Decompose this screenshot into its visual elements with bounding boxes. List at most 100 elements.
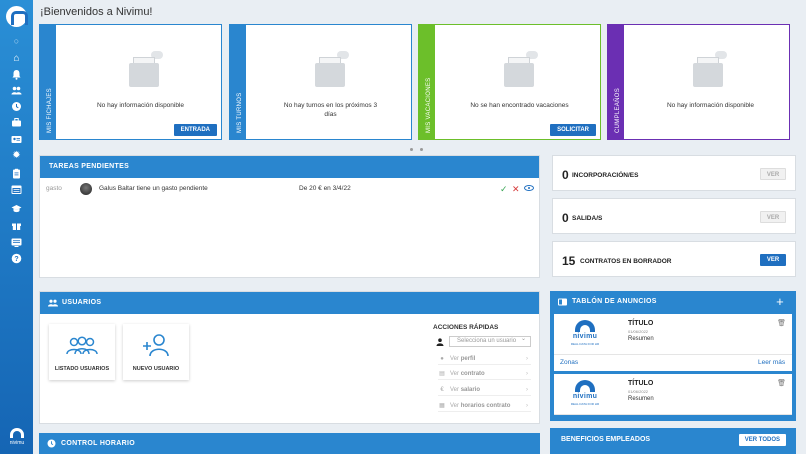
card-message: No se han encontrado vacaciones xyxy=(470,102,569,109)
reject-close-icon[interactable]: ✕ xyxy=(512,182,520,196)
anuncio-item[interactable]: nivimu REAL DATA FOR HR TÍTULO 01/06/2022… xyxy=(554,314,792,355)
nuevo-usuario-card[interactable]: NUEVO USUARIO xyxy=(123,324,189,380)
chevron-right-icon: › xyxy=(526,356,528,362)
action-label: perfil xyxy=(460,356,476,362)
anuncio-title: TÍTULO xyxy=(628,320,654,327)
bell-icon[interactable] xyxy=(11,69,22,80)
anuncio-date: 01/06/2022 xyxy=(628,329,649,334)
card-message: No hay turnos en los próximos 3 días xyxy=(283,102,378,118)
stat-label: SALIDA/S xyxy=(572,215,603,222)
carousel-dot[interactable] xyxy=(410,148,413,151)
gear-icon[interactable]: ✹ xyxy=(11,150,22,161)
trash-icon[interactable]: 🗑 xyxy=(777,379,786,387)
monitor-icon[interactable] xyxy=(11,237,22,248)
inbox-empty-icon xyxy=(123,51,167,91)
action-prefix: Ver xyxy=(450,387,460,393)
anuncio-date: 01/06/2022 xyxy=(628,389,649,394)
id-card-icon[interactable] xyxy=(11,134,22,145)
calendar-icon[interactable] xyxy=(11,184,22,195)
chevron-right-icon: › xyxy=(526,371,528,377)
card-message: No hay información disponible xyxy=(96,102,185,109)
home-icon[interactable]: ⌂ xyxy=(11,53,22,64)
add-plus-icon[interactable]: + xyxy=(776,291,784,313)
tablon-title: TABLÓN DE ANUNCIOS xyxy=(572,298,657,305)
inbox-empty-icon xyxy=(309,51,353,91)
control-horario-header: CONTROL HORARIO xyxy=(39,433,540,454)
usuarios-header: USUARIOS xyxy=(40,292,539,314)
ver-button[interactable]: VER xyxy=(760,168,786,180)
calendar-icon: ▦ xyxy=(439,403,445,409)
card-mis-fichajes: MIS FICHAJES No hay información disponib… xyxy=(39,24,222,140)
anuncio-summary: Resumen xyxy=(628,396,654,402)
card-tab[interactable]: MIS VACACIONES xyxy=(419,25,435,139)
stat-number: 15 xyxy=(562,254,576,268)
card-tab-label: MIS TURNOS xyxy=(237,92,243,133)
users-group-icon xyxy=(66,336,98,355)
circle-icon[interactable]: ○ xyxy=(11,36,22,47)
listado-usuarios-card[interactable]: LISTADO USUARIOS xyxy=(49,324,115,380)
stat-salidas: 0 SALIDA/S VER xyxy=(552,198,796,234)
table-row[interactable]: gasto Galus Baltar tiene un gasto pendie… xyxy=(44,182,534,196)
control-horario-title: CONTROL HORARIO xyxy=(61,440,135,447)
tablon-header: TABLÓN DE ANUNCIOS + xyxy=(550,291,796,313)
action-prefix: Ver xyxy=(450,403,460,409)
solicitar-button[interactable]: SOLICITAR xyxy=(550,124,596,136)
inbox-empty-icon xyxy=(498,51,542,91)
inbox-empty-icon xyxy=(687,51,731,91)
card-mis-vacaciones: MIS VACACIONES No se han encontrado vaca… xyxy=(418,24,601,140)
card-tab[interactable]: CUMPLEAÑOS xyxy=(608,25,624,139)
entrada-button[interactable]: ENTRADA xyxy=(173,124,217,136)
anuncio-item[interactable]: nivimu REAL DATA FOR HR TÍTULO 01/06/2022… xyxy=(554,374,792,415)
nivimu-logo: nivimu REAL DATA FOR HR xyxy=(567,320,603,350)
ver-salario-action[interactable]: € Ver salario › xyxy=(438,384,531,396)
card-tab[interactable]: MIS TURNOS xyxy=(230,25,246,139)
usuarios-panel: USUARIOS LISTADO USUARIOS NUEVO USUARIO … xyxy=(39,291,540,424)
carousel-dot[interactable] xyxy=(420,148,423,151)
add-user-icon xyxy=(143,334,169,357)
nivimu-logo: nivimu REAL DATA FOR HR xyxy=(567,380,603,410)
ver-horarios-action[interactable]: ▦ Ver horarios contrato › xyxy=(438,400,531,412)
usuarios-title: USUARIOS xyxy=(62,299,102,306)
help-icon[interactable]: ? xyxy=(11,253,22,264)
chevron-right-icon: › xyxy=(526,403,528,409)
ver-button[interactable]: VER xyxy=(760,211,786,223)
avatar xyxy=(80,183,92,195)
carousel-dots xyxy=(410,146,430,153)
tasks-title: TAREAS PENDIENTES xyxy=(49,163,130,170)
ver-contrato-action[interactable]: ▤ Ver contrato › xyxy=(438,368,531,380)
task-type: gasto xyxy=(46,185,62,192)
beneficios-panel: BENEFICIOS EMPLEADOS VER TODOS xyxy=(550,428,796,454)
card-tab-label: MIS FICHAJES xyxy=(47,88,53,133)
stat-contratos-borrador: 15 CONTRATOS EN BORRADOR VER xyxy=(552,241,796,277)
acciones-rapidas-title: ACCIONES RÁPIDAS xyxy=(433,324,499,331)
logo-tag: REAL DATA FOR HR xyxy=(570,402,600,406)
clock-icon[interactable] xyxy=(11,101,22,112)
graduation-icon[interactable] xyxy=(11,203,22,214)
nivimu-logo[interactable] xyxy=(6,6,28,27)
control-horario-panel: CONTROL HORARIO xyxy=(39,433,540,454)
clock-icon xyxy=(47,439,56,448)
zonas-link[interactable]: Zonas xyxy=(560,359,578,366)
gift-icon[interactable] xyxy=(11,220,22,231)
briefcase-icon[interactable] xyxy=(11,117,22,128)
ver-perfil-action[interactable]: ● Ver perfil › xyxy=(438,353,531,365)
ver-button[interactable]: VER xyxy=(760,254,786,266)
board-icon xyxy=(558,298,567,306)
user-select[interactable]: Selecciona un usuario xyxy=(449,335,531,347)
stat-incorporaciones: 0 INCORPORACIÓN/ES VER xyxy=(552,155,796,191)
ver-todos-button[interactable]: VER TODOS xyxy=(738,434,786,446)
clipboard-icon[interactable] xyxy=(11,168,22,179)
users-icon xyxy=(48,299,58,307)
tablon-footer xyxy=(554,355,792,371)
brand-text: nivimu xyxy=(9,440,25,446)
approve-check-icon[interactable]: ✓ xyxy=(500,182,508,196)
card-tab[interactable]: MIS FICHAJES xyxy=(40,25,56,139)
users-icon[interactable] xyxy=(11,85,22,96)
euro-icon: € xyxy=(440,387,444,393)
view-eye-icon[interactable] xyxy=(524,185,534,191)
listado-usuarios-label: LISTADO USUARIOS xyxy=(54,366,110,372)
nuevo-usuario-label: NUEVO USUARIO xyxy=(132,366,180,372)
logo-word: nivimu xyxy=(572,333,598,340)
trash-icon[interactable]: 🗑 xyxy=(777,319,786,327)
leer-mas-link[interactable]: Leer más xyxy=(758,359,785,366)
